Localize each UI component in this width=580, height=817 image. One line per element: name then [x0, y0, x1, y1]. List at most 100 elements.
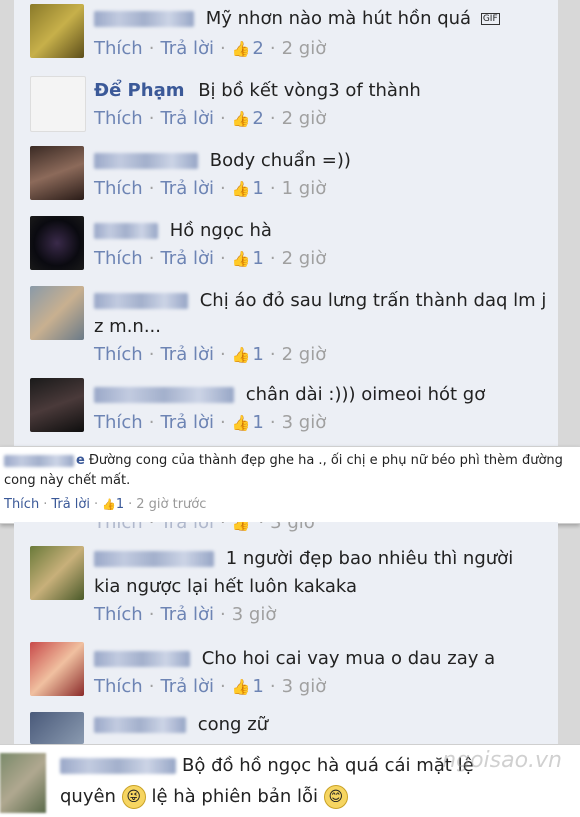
reply-link[interactable]: Trả lời — [51, 497, 90, 512]
comment-actions: Thích · Trả lời · 👍 1 · 2 giờ — [94, 344, 327, 365]
timestamp[interactable]: 2 giờ trước — [136, 497, 206, 512]
comment-9: cong zữ — [14, 706, 558, 745]
thumbs-up-icon: 👍 — [231, 180, 251, 198]
comment-actions: Thích · Trả lời · 👍 2 · 2 giờ — [94, 38, 327, 59]
smiley-icon: 😊 — [323, 785, 348, 809]
gif-badge: GIF — [480, 13, 500, 25]
author-name-blurred[interactable] — [94, 153, 198, 169]
reply-link[interactable]: Trả lời — [160, 676, 214, 697]
like-count[interactable]: 1 — [252, 412, 263, 433]
thumbs-up-icon: 👍 — [231, 250, 251, 268]
thumbs-up-icon: 👍 — [231, 414, 251, 432]
avatar[interactable] — [30, 286, 84, 340]
comment-actions: Thích · Trả lời · 👍1 · 2 giờ trước — [4, 497, 207, 512]
comment-text-line2: z m.n... — [94, 316, 161, 337]
avatar[interactable] — [0, 753, 46, 813]
thumbs-up-icon: 👍 — [231, 110, 251, 128]
comment-actions: Thích · Trả lời · 👍 2 · 2 giờ — [94, 108, 327, 129]
comment-text: Chị áo đỏ sau lưng trấn thành daq lm j — [199, 290, 547, 311]
comment-1: Mỹ nhơn nào mà hút hồn quá GIF Thích · Trả… — [14, 0, 558, 69]
author-name-blurred[interactable] — [94, 11, 194, 27]
comment-text: 1 người đẹp bao nhiêu thì người — [225, 548, 514, 569]
comment-hidden-row: Thích · Trả lời · 👍 · 3 giờ — [14, 522, 558, 537]
avatar[interactable] — [30, 216, 84, 270]
timestamp[interactable]: 3 giờ — [282, 412, 327, 433]
comment-text: Bộ đồ hồ ngọc hà quá cái mặt lệ — [182, 755, 474, 776]
like-link[interactable]: Thích — [94, 604, 143, 625]
like-link[interactable]: Thích — [94, 412, 143, 433]
like-link[interactable]: Thích — [94, 344, 143, 365]
like-count[interactable]: 1 — [116, 497, 124, 512]
avatar[interactable] — [30, 642, 84, 696]
comment-text: Mỹ nhơn nào mà hút hồn quá — [205, 8, 472, 29]
like-count[interactable]: 2 — [252, 108, 263, 129]
author-name-blurred[interactable] — [94, 223, 158, 239]
comment-3: Body chuẩn =)) Thích · Trả lời · 👍 1 · 1 giờ — [14, 138, 558, 209]
comment-text: Đường cong của thành đẹp ghe ha ., ối ch… — [4, 453, 563, 488]
author-name-suffix[interactable]: e — [76, 453, 85, 468]
comment-2: Để Phạm Bị bồ kết vòng3 of thành Thích · T… — [14, 68, 558, 139]
comment-actions: Thích · Trả lời · 👍 1 · 2 giờ — [94, 248, 327, 269]
reply-link[interactable]: Trả lời — [160, 604, 214, 625]
comment-text: chân dài :))) oimeoi hót gơ — [245, 384, 486, 405]
avatar[interactable] — [30, 146, 84, 200]
comment-8: Cho hoi cai vay mua o dau zay a Thích · Tr… — [14, 636, 558, 707]
author-name[interactable]: Để Phạm — [94, 80, 184, 101]
avatar[interactable] — [30, 546, 84, 600]
like-count[interactable]: 1 — [252, 178, 263, 199]
like-link[interactable]: Thích — [94, 178, 143, 199]
author-name-blurred[interactable] — [60, 758, 176, 774]
author-name-blurred[interactable] — [94, 717, 186, 733]
comment-6: chân dài :))) oimeoi hót gơ Thích · Trả lờ… — [14, 372, 558, 447]
like-count[interactable]: 1 — [252, 344, 263, 365]
like-link[interactable]: Thích — [94, 38, 143, 59]
like-count[interactable]: 2 — [252, 38, 263, 59]
comment-7: 1 người đẹp bao nhiêu thì người kia ngượ… — [14, 536, 558, 637]
avatar[interactable] — [30, 378, 84, 432]
like-link[interactable]: Thích — [94, 248, 143, 269]
comment-text: Cho hoi cai vay mua o dau zay a — [201, 648, 496, 669]
timestamp[interactable]: 2 giờ — [282, 344, 327, 365]
timestamp[interactable]: 2 giờ — [282, 38, 327, 59]
like-link[interactable]: Thích — [94, 676, 143, 697]
avatar[interactable] — [30, 712, 84, 744]
author-name-blurred[interactable] — [94, 387, 234, 403]
thumbs-up-icon: 👍 — [231, 346, 251, 364]
timestamp[interactable]: 2 giờ — [282, 248, 327, 269]
thumbs-up-icon: 👍 — [231, 678, 251, 696]
timestamp[interactable]: 3 giờ — [232, 604, 277, 625]
reply-link[interactable]: Trả lời — [160, 108, 214, 129]
reply-link[interactable]: Trả lời — [160, 344, 214, 365]
reply-link[interactable]: Trả lời — [160, 178, 214, 199]
like-link[interactable]: Thích — [94, 108, 143, 129]
thumbs-up-icon: 👍 — [102, 498, 116, 511]
author-name-blurred[interactable] — [4, 454, 74, 467]
like-link[interactable]: Thích — [4, 497, 39, 512]
comment-actions: Thích · Trả lời · 👍 · 3 giờ — [94, 522, 315, 533]
reply-link[interactable]: Trả lời — [160, 412, 214, 433]
comment-text: Hồ ngọc hà — [169, 220, 272, 241]
timestamp[interactable]: 2 giờ — [282, 108, 327, 129]
comment-text: Bị bồ kết vòng3 of thành — [198, 80, 421, 101]
author-name-blurred[interactable] — [94, 293, 188, 309]
comment-text-line2b: lệ hà phiên bản lỗi — [151, 786, 319, 807]
comment-actions: Thích · Trả lời · 3 giờ — [94, 604, 277, 625]
like-count[interactable]: 1 — [252, 676, 263, 697]
comment-text: cong zữ — [197, 714, 269, 735]
like-count[interactable]: 1 — [252, 248, 263, 269]
timestamp[interactable]: 1 giờ — [282, 178, 327, 199]
reply-link[interactable]: Trả lời — [160, 248, 214, 269]
thumbs-up-icon: 👍 — [231, 522, 251, 532]
comment-text-line2: kia ngược lại hết luôn kakaka — [94, 576, 358, 597]
comment-4: Hồ ngọc hà Thích · Trả lời · 👍 1 · 2 giờ — [14, 208, 558, 279]
comment-actions: Thích · Trả lời · 👍 1 · 3 giờ — [94, 676, 327, 697]
avatar[interactable] — [30, 76, 86, 132]
author-name-blurred[interactable] — [94, 551, 214, 567]
watermark: ngoisao.vn — [442, 748, 562, 773]
author-name-blurred[interactable] — [94, 651, 190, 667]
timestamp[interactable]: 3 giờ — [282, 676, 327, 697]
avatar[interactable] — [30, 4, 84, 58]
comment-text: Body chuẩn =)) — [209, 150, 351, 171]
comment-actions: Thích · Trả lời · 👍 1 · 1 giờ — [94, 178, 327, 199]
reply-link[interactable]: Trả lời — [160, 38, 214, 59]
